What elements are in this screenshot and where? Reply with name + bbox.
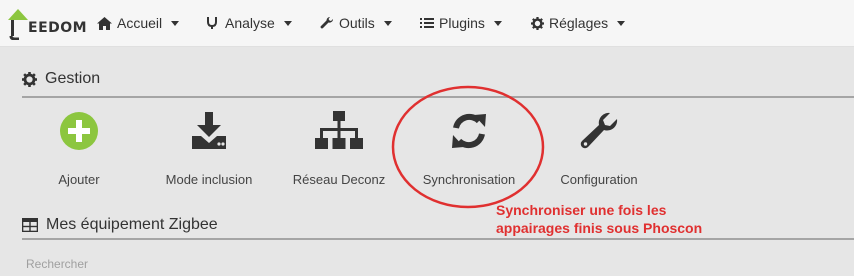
download-icon <box>192 112 226 149</box>
annotation-circle <box>391 85 545 209</box>
reseau-deconz-button[interactable]: Réseau Deconz <box>284 108 394 192</box>
chevron-down-icon <box>171 20 180 26</box>
chevron-down-icon <box>383 20 392 26</box>
equipements-title: Mes équipement Zigbee <box>46 216 218 233</box>
nav-outils-label: Outils <box>339 15 375 31</box>
gear-icon <box>22 71 37 87</box>
wrench-icon <box>580 112 618 149</box>
nav-accueil-label: Accueil <box>117 15 163 31</box>
home-icon <box>97 16 112 30</box>
nav-accueil[interactable]: Accueil <box>97 13 180 33</box>
stethoscope-icon <box>207 17 217 29</box>
nav-plugins-label: Plugins <box>439 15 485 31</box>
nav-reglages-label: Réglages <box>549 15 609 31</box>
configuration-label: Configuration <box>560 172 638 187</box>
ajouter-button[interactable]: Ajouter <box>24 108 134 192</box>
list-icon <box>420 18 434 28</box>
plus-circle-icon <box>60 112 98 150</box>
nav-analyse-label: Analyse <box>225 15 275 31</box>
nav-analyse[interactable]: Analyse <box>206 13 292 33</box>
ajouter-label: Ajouter <box>58 172 100 187</box>
chevron-down-icon <box>283 20 292 26</box>
configuration-button[interactable]: Configuration <box>544 108 654 192</box>
gestion-title: Gestion <box>45 70 101 87</box>
top-navbar: EEDOM Accueil Analyse Outils Plugins Rég… <box>0 0 854 47</box>
divider <box>22 238 854 240</box>
mode-inclusion-label: Mode inclusion <box>165 172 253 187</box>
equipements-header: Mes équipement Zigbee <box>22 210 854 240</box>
table-icon <box>22 218 38 232</box>
jeedom-logo[interactable]: EEDOM <box>6 6 87 41</box>
chevron-down-icon <box>617 20 626 26</box>
sitemap-icon <box>315 111 363 149</box>
logo-text: EEDOM <box>28 20 88 36</box>
reseau-deconz-label: Réseau Deconz <box>292 172 386 187</box>
gear-icon <box>531 16 544 30</box>
nav-plugins[interactable]: Plugins <box>420 13 502 33</box>
search-input[interactable] <box>22 252 854 276</box>
nav-outils[interactable]: Outils <box>320 13 392 33</box>
mode-inclusion-button[interactable]: Mode inclusion <box>154 108 264 192</box>
chevron-down-icon <box>493 20 502 26</box>
wrench-icon <box>320 17 334 29</box>
nav-reglages[interactable]: Réglages <box>531 13 626 33</box>
